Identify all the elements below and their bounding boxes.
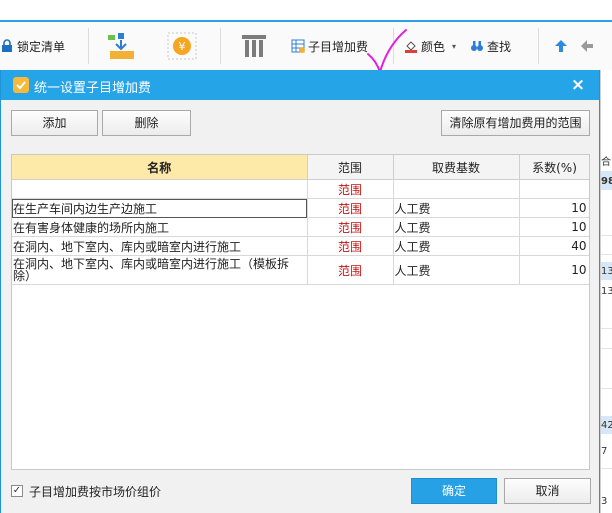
row-base-cell[interactable]: 人工费 bbox=[393, 217, 520, 237]
table-row[interactable]: 在洞内、地下室内、库内或暗室内进行施工（模板拆除） 范围 人工费 10 bbox=[12, 255, 589, 285]
market-price-label: 子目增加费按市场价组价 bbox=[29, 485, 162, 499]
market-price-checkbox[interactable]: ✓ bbox=[11, 485, 23, 497]
ok-button[interactable]: 确定 bbox=[411, 478, 497, 504]
col-header-range[interactable]: 范围 bbox=[307, 155, 394, 180]
row-name-cell[interactable]: 在洞内、地下室内、库内或暗室内进行施工 bbox=[12, 236, 308, 256]
bg-divider bbox=[601, 348, 612, 349]
dialog-title-bar: 统一设置子目增加费 × bbox=[1, 70, 599, 100]
row-name-cell[interactable] bbox=[12, 179, 308, 199]
table-header-row: 名称 范围 取费基数 系数(%) bbox=[12, 155, 589, 180]
sub-item-fee-label: 子目增加费 bbox=[308, 39, 369, 54]
window-top-strip bbox=[0, 0, 612, 22]
table-row[interactable]: 在有害身体健康的场所内施工 范围 人工费 10 bbox=[12, 217, 589, 237]
color-label: 颜色 bbox=[421, 39, 446, 54]
app-logo-icon bbox=[13, 77, 29, 93]
row-base-cell[interactable]: 人工费 bbox=[393, 255, 520, 285]
background-sheet: 合价 98 138 138 420 7 3 bbox=[600, 70, 612, 513]
add-button[interactable]: 添加 bbox=[11, 110, 98, 136]
row-base-cell[interactable] bbox=[393, 179, 520, 199]
row-coef-cell[interactable]: 10 bbox=[519, 217, 589, 237]
row-base-cell[interactable]: 人工费 bbox=[393, 236, 520, 256]
row-coef-cell[interactable] bbox=[519, 179, 589, 199]
bg-cell: 138 bbox=[601, 286, 612, 297]
bg-divider bbox=[601, 235, 612, 236]
binoculars-icon bbox=[471, 41, 483, 51]
row-coef-cell[interactable]: 40 bbox=[519, 236, 589, 256]
column-filter-icon[interactable] bbox=[238, 31, 270, 61]
price-icon[interactable]: ¥ bbox=[166, 31, 198, 61]
col-header-name[interactable]: 名称 bbox=[12, 155, 308, 180]
sub-item-fee-button[interactable]: 子目增加费 bbox=[291, 22, 368, 70]
arrow-up-icon[interactable] bbox=[554, 39, 568, 53]
toolbar-divider bbox=[88, 28, 89, 64]
row-range-link[interactable]: 范围 bbox=[307, 179, 394, 199]
row-name-cell[interactable]: 在洞内、地下室内、库内或暗室内进行施工（模板拆除） bbox=[12, 255, 308, 285]
bg-divider bbox=[601, 468, 612, 469]
row-base-cell[interactable]: 人工费 bbox=[393, 198, 520, 218]
bg-divider bbox=[601, 254, 612, 255]
sub-item-fee-dialog: 统一设置子目增加费 × 添加 删除 清除原有增加费用的范围 名称 范围 取费基数… bbox=[0, 70, 600, 513]
table-row[interactable]: 在洞内、地下室内、库内或暗室内进行施工 范围 人工费 40 bbox=[12, 236, 589, 256]
table-row[interactable]: 范围 bbox=[12, 179, 589, 199]
row-range-link[interactable]: 范围 bbox=[307, 236, 394, 256]
fee-table: 名称 范围 取费基数 系数(%) 范围 在生产车间内边生产边施工 范围 人工费 bbox=[11, 154, 590, 470]
bg-cell: 3 bbox=[601, 496, 608, 507]
table-row[interactable]: 在生产车间内边生产边施工 范围 人工费 10 bbox=[12, 198, 589, 218]
row-coef-cell[interactable]: 10 bbox=[519, 255, 589, 285]
col-header-coef[interactable]: 系数(%) bbox=[519, 155, 589, 180]
fee-table-icon bbox=[291, 39, 305, 53]
row-name-cell[interactable]: 在有害身体健康的场所内施工 bbox=[12, 217, 308, 237]
col-header-base[interactable]: 取费基数 bbox=[393, 155, 520, 180]
row-coef-cell[interactable]: 10 bbox=[519, 198, 589, 218]
bg-cell: 7 bbox=[601, 446, 608, 457]
toolbar: 锁定清单 ¥ 子目增加费 颜色 ▾ 查找 bbox=[0, 22, 612, 71]
row-name-cell[interactable]: 在生产车间内边生产边施工 bbox=[12, 198, 308, 218]
lock-list-button[interactable]: 锁定清单 bbox=[0, 22, 65, 70]
lock-icon bbox=[2, 39, 12, 52]
arrow-left-icon[interactable] bbox=[580, 39, 594, 53]
delete-button[interactable]: 删除 bbox=[102, 110, 191, 136]
find-button[interactable]: 查找 bbox=[470, 22, 511, 70]
transfer-icon[interactable] bbox=[106, 31, 138, 61]
svg-text:¥: ¥ bbox=[179, 40, 186, 53]
bg-cell: 420 bbox=[601, 420, 612, 431]
close-icon[interactable]: × bbox=[567, 73, 589, 97]
cancel-button[interactable]: 取消 bbox=[504, 478, 591, 504]
bg-cell: 98 bbox=[601, 176, 612, 187]
annotation-check-mark bbox=[367, 29, 407, 76]
row-range-link[interactable]: 范围 bbox=[307, 255, 394, 285]
clear-range-button[interactable]: 清除原有增加费用的范围 bbox=[441, 110, 590, 136]
row-range-link[interactable]: 范围 bbox=[307, 217, 394, 237]
toolbar-divider bbox=[220, 28, 221, 64]
find-label: 查找 bbox=[487, 39, 512, 54]
dropdown-arrow-icon: ▾ bbox=[452, 41, 457, 51]
bg-divider bbox=[601, 388, 612, 389]
toolbar-divider bbox=[538, 28, 539, 64]
row-range-link[interactable]: 范围 bbox=[307, 198, 394, 218]
bg-cell: 138 bbox=[601, 266, 612, 277]
lock-list-label: 锁定清单 bbox=[17, 39, 66, 54]
bg-divider bbox=[601, 328, 612, 329]
dialog-title: 统一设置子目增加费 bbox=[34, 81, 152, 96]
